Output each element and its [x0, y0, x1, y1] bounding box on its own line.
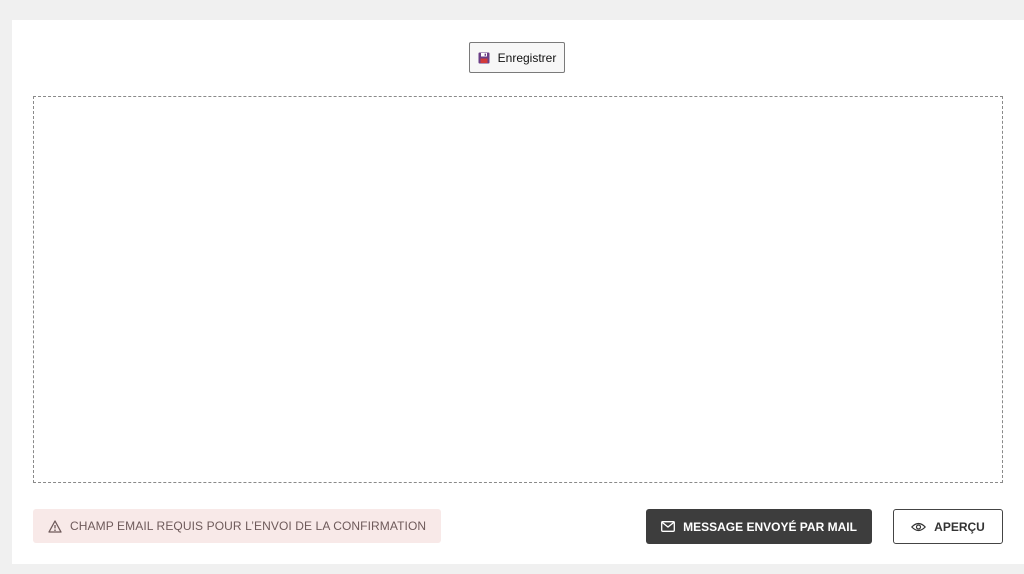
save-button-label: Enregistrer: [497, 50, 557, 65]
eye-icon: [911, 522, 927, 532]
warning-triangle-icon: [48, 519, 62, 533]
editor-canvas[interactable]: [33, 96, 1003, 483]
preview-button[interactable]: APERÇU: [893, 509, 1003, 544]
email-required-warning: CHAMP EMAIL REQUIS POUR L’ENVOI DE LA CO…: [33, 509, 441, 543]
message-sent-by-mail-label: MESSAGE ENVOYÉ PAR MAIL: [683, 519, 857, 534]
message-sent-by-mail-button[interactable]: MESSAGE ENVOYÉ PAR MAIL: [646, 509, 872, 544]
main-panel: Enregistrer CHAMP EMAIL REQUIS POUR L’EN…: [12, 20, 1024, 564]
save-button[interactable]: Enregistrer: [469, 42, 565, 73]
floppy-disk-icon: [478, 52, 490, 64]
warning-text: CHAMP EMAIL REQUIS POUR L’ENVOI DE LA CO…: [70, 519, 427, 533]
preview-label: APERÇU: [934, 519, 985, 534]
envelope-icon: [661, 521, 676, 532]
